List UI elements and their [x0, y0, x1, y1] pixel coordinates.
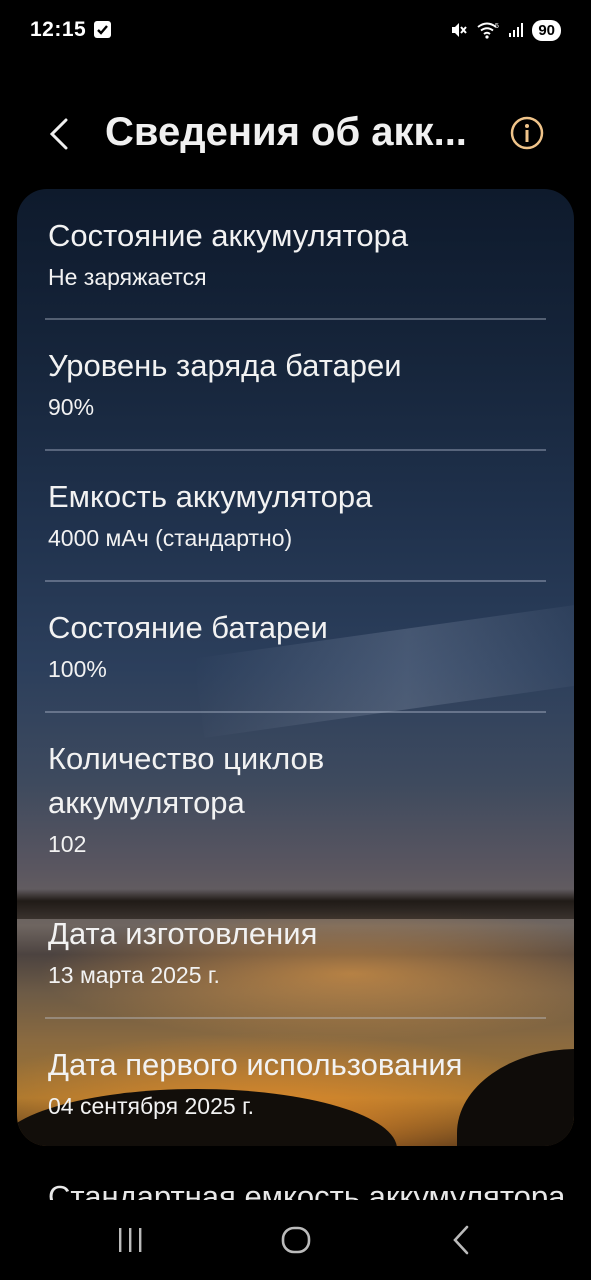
item-value: 100%	[48, 656, 107, 682]
back-nav-button[interactable]	[442, 1220, 482, 1260]
header: Сведения об акк...	[0, 90, 591, 180]
item-title: Стандартная емкость аккумулятора	[48, 1179, 566, 1200]
check-icon	[94, 21, 111, 38]
chevron-left-icon	[49, 118, 68, 150]
item-title: Уровень заряда батареи	[48, 348, 402, 383]
back-button[interactable]	[42, 114, 78, 154]
svg-text:5: 5	[495, 23, 499, 30]
back-icon	[453, 1225, 469, 1255]
mute-icon	[452, 23, 468, 37]
list-item-capacity[interactable]: Емкость аккумулятора 4000 мАч (стандартн…	[17, 450, 574, 580]
navigation-bar	[0, 1200, 591, 1280]
item-title: Состояние батареи	[48, 610, 328, 645]
battery-info-card: Состояние аккумулятора Не заряжается Уро…	[17, 189, 574, 1146]
recents-button[interactable]	[110, 1220, 150, 1260]
list-item-first-use-date[interactable]: Дата первого использования 04 сентября 2…	[17, 1018, 574, 1146]
info-button[interactable]	[509, 115, 545, 151]
item-value: 04 сентября 2025 г.	[48, 1093, 255, 1119]
list-item-battery-state[interactable]: Состояние аккумулятора Не заряжается	[17, 189, 574, 319]
item-title: Емкость аккумулятора	[48, 479, 373, 514]
item-title: Дата первого использования	[48, 1047, 463, 1082]
item-value: Не заряжается	[48, 264, 207, 290]
status-time: 12:15	[30, 18, 87, 41]
home-button[interactable]	[276, 1220, 316, 1260]
recents-icon	[119, 1228, 142, 1252]
info-icon	[510, 116, 544, 150]
signal-icon	[509, 23, 524, 37]
home-icon	[281, 1226, 311, 1254]
item-title: Состояние аккумулятора	[48, 218, 409, 253]
list-item-manufacture-date[interactable]: Дата изготовления 13 марта 2025 г.	[17, 887, 574, 1017]
wifi-icon: 5	[477, 22, 499, 39]
list-item-cycle-count[interactable]: Количество циклов аккумулятора 102	[17, 712, 574, 887]
item-value: 102	[48, 831, 87, 857]
status-bar: 12:15 5 90	[0, 0, 591, 60]
list-item-standard-capacity[interactable]: Стандартная емкость аккумулятора	[48, 1178, 565, 1200]
status-icons: 5 90	[450, 18, 561, 42]
item-title: Дата изготовления	[48, 916, 318, 951]
item-title: Количество циклов	[48, 741, 325, 776]
item-value: 4000 мАч (стандартно)	[48, 525, 293, 551]
item-value: 13 марта 2025 г.	[48, 962, 220, 988]
item-value: 90%	[48, 394, 95, 420]
page-title: Сведения об акк...	[105, 110, 467, 154]
item-title: аккумулятора	[48, 785, 245, 820]
list-item-battery-health[interactable]: Состояние батареи 100%	[17, 581, 574, 711]
battery-badge: 90	[532, 19, 561, 41]
list-item-charge-level[interactable]: Уровень заряда батареи 90%	[17, 319, 574, 449]
